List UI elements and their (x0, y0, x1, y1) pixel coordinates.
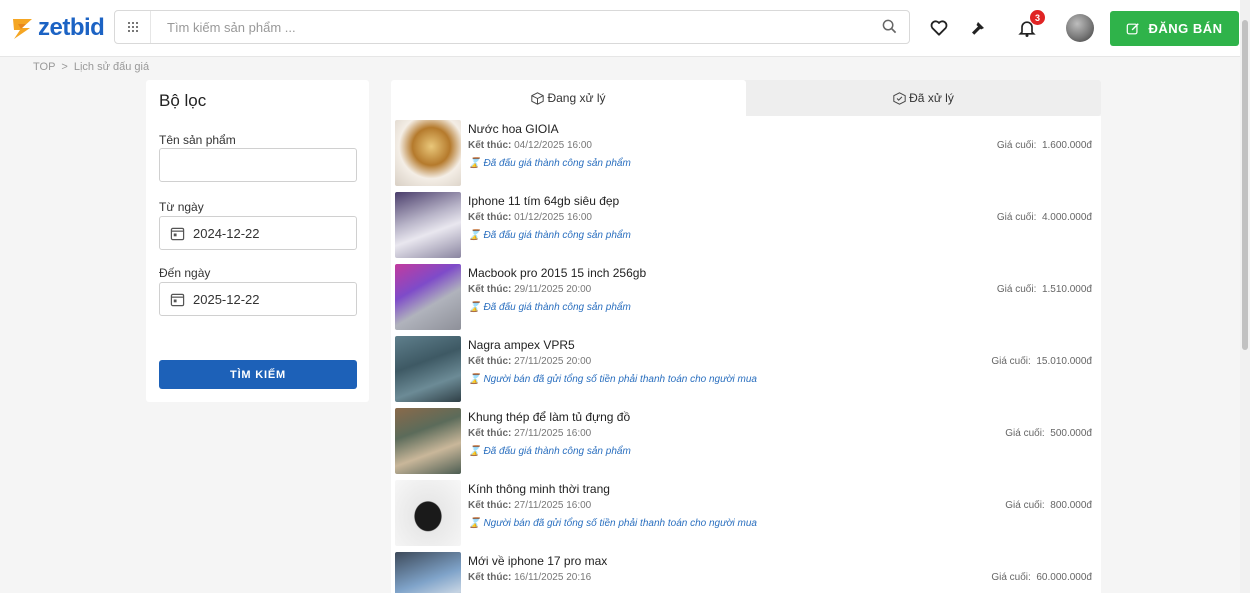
breadcrumb-home[interactable]: TOP (33, 61, 55, 73)
page-scrollbar[interactable] (1240, 0, 1250, 593)
from-date-field[interactable]: 2024-12-22 (159, 216, 357, 250)
end-time: Kết thúc: 01/12/2025 16:00 (468, 212, 592, 223)
top-header: zetbid 3 ĐĂNG BÁN (0, 0, 1240, 57)
final-price: Giá cuối: 1.510.000đ (996, 284, 1092, 295)
final-price: Giá cuối: 800.000đ (1005, 500, 1092, 511)
end-time: Kết thúc: 27/11/2025 16:00 (468, 428, 592, 439)
hourglass-icon: ⌛ (468, 374, 481, 385)
package-icon (531, 91, 545, 105)
auction-status: ⌛ Người bán đã gửi tổng số tiền phải than… (468, 374, 757, 385)
list-item[interactable]: Nước hoa GIOIA Kết thúc: 04/12/2025 16:0… (391, 116, 1101, 188)
list-item[interactable]: Kính thông minh thời trang Kết thúc: 27/… (391, 476, 1101, 548)
product-name[interactable]: Nước hoa GIOIA (468, 122, 559, 136)
end-time: Kết thúc: 16/11/2025 20:16 (468, 572, 592, 583)
to-date-field[interactable]: 2025-12-22 (159, 282, 357, 316)
end-time: Kết thúc: 27/11/2025 16:00 (468, 500, 592, 511)
box-check-icon (893, 91, 906, 105)
final-price: Giá cuối: 4.000.000đ (996, 212, 1092, 223)
hourglass-icon: ⌛ (468, 302, 481, 313)
list-item[interactable]: Khung thép để làm tủ đựng đồ Kết thúc: 2… (391, 404, 1101, 476)
product-name[interactable]: Mới về iphone 17 pro max (468, 554, 607, 568)
search-bar (114, 10, 910, 44)
breadcrumb: TOP > Lịch sử đấu giá (33, 61, 149, 73)
end-time: Kết thúc: 04/12/2025 16:00 (468, 140, 592, 151)
tab-processed-label: Đã xử lý (909, 91, 954, 105)
search-button[interactable]: TÌM KIẾM (159, 360, 357, 389)
search-input[interactable] (167, 18, 847, 36)
tab-processing[interactable]: Đang xử lý (391, 80, 746, 116)
final-price: Giá cuối: 15.010.000đ (991, 356, 1092, 367)
auction-status: ⌛ Người bán đã gửi tổng số tiền phải than… (468, 518, 757, 529)
heart-icon[interactable] (927, 16, 951, 40)
filter-panel: Bộ lọc Tên sản phẩm Từ ngày 2024-12-22 Đ… (146, 80, 369, 402)
auction-status: ⌛ Đã đấu giá thành công sản phẩm (468, 230, 631, 241)
product-name[interactable]: Khung thép để làm tủ đựng đồ (468, 410, 630, 424)
product-name[interactable]: Iphone 11 tím 64gb siêu đẹp (468, 194, 619, 208)
filter-title: Bộ lọc (159, 91, 207, 110)
product-thumbnail[interactable] (395, 336, 461, 402)
grid-icon (127, 22, 138, 32)
final-price: Giá cuối: 500.000đ (1005, 428, 1092, 439)
product-thumbnail[interactable] (395, 408, 461, 474)
logo-text: zetbid (38, 14, 105, 41)
gavel-icon[interactable] (966, 16, 990, 40)
status-tabs: Đang xử lý Đã xử lý (391, 80, 1101, 116)
from-date-value: 2024-12-22 (193, 225, 260, 241)
tab-processed[interactable]: Đã xử lý (746, 80, 1101, 116)
list-item[interactable]: Mới về iphone 17 pro max Kết thúc: 16/11… (391, 548, 1101, 593)
product-thumbnail[interactable] (395, 480, 461, 546)
breadcrumb-separator: > (61, 61, 68, 73)
to-date-label: Đến ngày (159, 266, 211, 280)
calendar-icon (170, 292, 185, 307)
tab-processing-label: Đang xử lý (547, 91, 606, 105)
product-name-field[interactable] (159, 148, 357, 182)
search-icon[interactable] (882, 19, 897, 39)
notification-badge: 3 (1030, 10, 1045, 25)
list-item[interactable]: Nagra ampex VPR5 Kết thúc: 27/11/2025 20… (391, 332, 1101, 404)
product-thumbnail[interactable] (395, 192, 461, 258)
auction-status: ⌛ Đã đấu giá thành công sản phẩm (468, 446, 631, 457)
hourglass-icon: ⌛ (468, 230, 481, 241)
auction-status: ⌛ Đã đấu giá thành công sản phẩm (468, 158, 631, 169)
product-name[interactable]: Nagra ampex VPR5 (468, 338, 575, 352)
list-item[interactable]: Iphone 11 tím 64gb siêu đẹp Kết thúc: 01… (391, 188, 1101, 260)
product-thumbnail[interactable] (395, 120, 461, 186)
auction-history-list: Nước hoa GIOIA Kết thúc: 04/12/2025 16:0… (391, 116, 1101, 593)
product-thumbnail[interactable] (395, 264, 461, 330)
sell-button-label: ĐĂNG BÁN (1148, 21, 1223, 36)
final-price: Giá cuối: 1.600.000đ (996, 140, 1092, 151)
auction-status: ⌛ Đã đấu giá thành công sản phẩm (468, 302, 631, 313)
scroll-thumb[interactable] (1242, 20, 1248, 350)
product-name-label: Tên sản phẩm (159, 133, 236, 147)
edit-icon (1127, 22, 1140, 34)
logo-bolt-icon (13, 19, 32, 39)
notification-bell-icon[interactable]: 3 (1015, 10, 1045, 40)
hourglass-icon: ⌛ (468, 446, 481, 457)
calendar-icon (170, 226, 185, 241)
breadcrumb-current: Lịch sử đấu giá (73, 61, 150, 73)
final-price: Giá cuối: 60.000.000đ (991, 572, 1092, 583)
avatar[interactable] (1066, 14, 1094, 42)
end-time: Kết thúc: 29/11/2025 20:00 (468, 284, 592, 295)
category-menu-button[interactable] (115, 11, 151, 43)
product-name[interactable]: Macbook pro 2015 15 inch 256gb (468, 266, 646, 280)
list-item[interactable]: Macbook pro 2015 15 inch 256gb Kết thúc:… (391, 260, 1101, 332)
sell-button[interactable]: ĐĂNG BÁN (1110, 11, 1239, 46)
to-date-value: 2025-12-22 (193, 291, 260, 307)
product-name[interactable]: Kính thông minh thời trang (468, 482, 610, 496)
hourglass-icon: ⌛ (468, 158, 481, 169)
hourglass-icon: ⌛ (468, 518, 481, 529)
from-date-label: Từ ngày (159, 200, 204, 214)
end-time: Kết thúc: 27/11/2025 20:00 (468, 356, 592, 367)
product-thumbnail[interactable] (395, 552, 461, 593)
logo[interactable]: zetbid (10, 12, 105, 44)
